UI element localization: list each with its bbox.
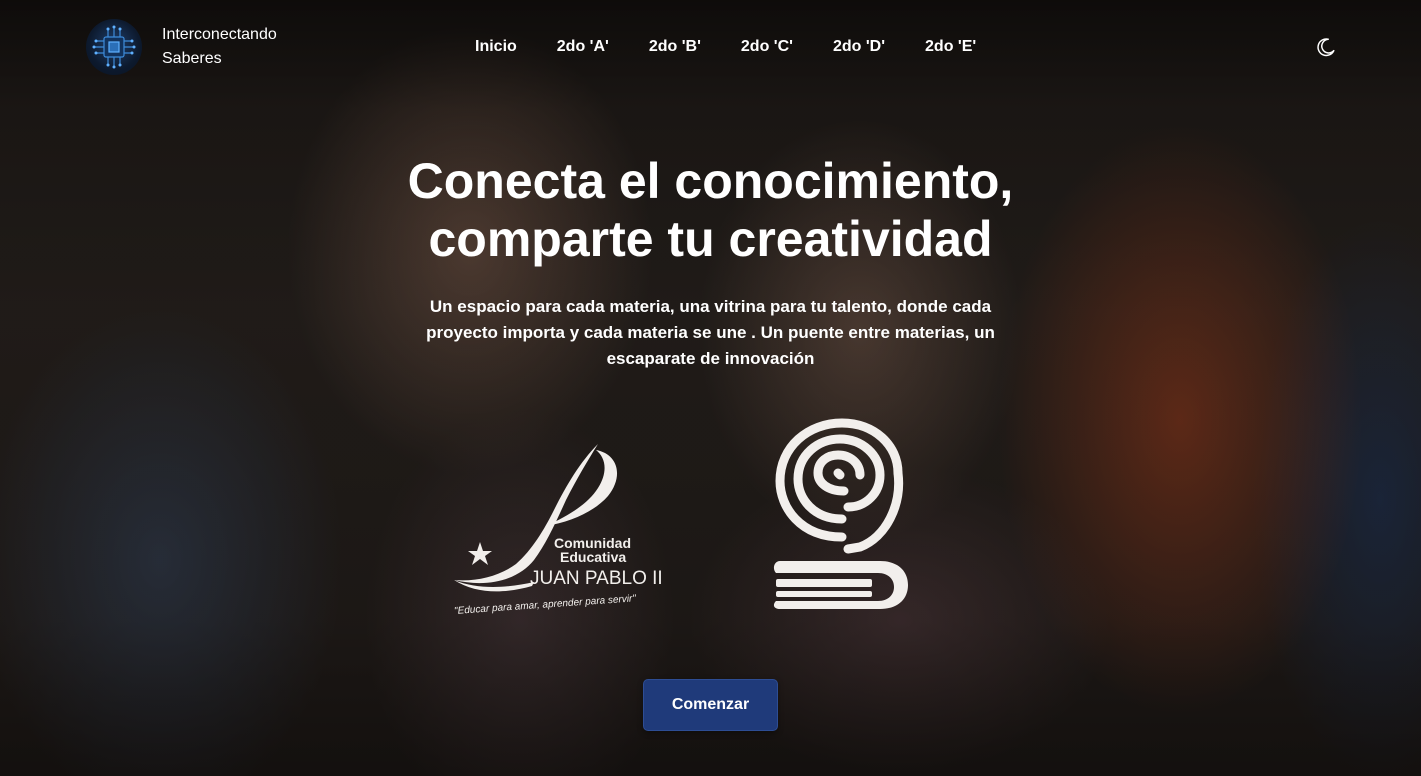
- spiral-book-logo: [770, 415, 915, 615]
- brand-name: Interconectando Saberes: [162, 23, 292, 71]
- hero-title-line1: Conecta el conocimiento,: [407, 153, 1014, 209]
- nav-item-2do-e[interactable]: 2do 'E': [925, 36, 976, 58]
- nav-item-2do-c[interactable]: 2do 'C': [741, 36, 793, 58]
- brand-name-line2: Saberes: [162, 50, 222, 67]
- hero-overlay: [0, 0, 1421, 776]
- brand-link[interactable]: Interconectando Saberes: [86, 19, 292, 75]
- school-logo-juan-pablo-ii: Comunidad Educativa JUAN PABLO II "Educa…: [448, 440, 698, 620]
- nav-item-2do-a[interactable]: 2do 'A': [557, 36, 609, 58]
- school-logo-line3: JUAN PABLO II: [530, 568, 663, 589]
- main-nav: Inicio 2do 'A' 2do 'B' 2do 'C' 2do 'D' 2…: [475, 36, 1016, 58]
- school-logo-motto: "Educar para amar, aprender para servir": [454, 593, 637, 617]
- nav-item-2do-b[interactable]: 2do 'B': [649, 36, 701, 58]
- nav-item-2do-d[interactable]: 2do 'D': [833, 36, 885, 58]
- circuit-chip-icon: [86, 19, 142, 75]
- hero-title: Conecta el conocimiento, comparte tu cre…: [0, 152, 1421, 268]
- start-button[interactable]: Comenzar: [643, 679, 778, 731]
- moon-icon: [1317, 38, 1335, 57]
- brand-name-line1: Interconectando: [162, 26, 277, 43]
- hero-title-line2: comparte tu creatividad: [428, 211, 993, 267]
- theme-toggle-button[interactable]: [1314, 35, 1338, 59]
- school-logo-line2: Educativa: [560, 549, 626, 565]
- nav-item-inicio[interactable]: Inicio: [475, 36, 517, 58]
- hero-subtitle: Un espacio para cada materia, una vitrin…: [426, 297, 995, 368]
- site-header: Interconectando Saberes Inicio 2do 'A' 2…: [0, 0, 1421, 95]
